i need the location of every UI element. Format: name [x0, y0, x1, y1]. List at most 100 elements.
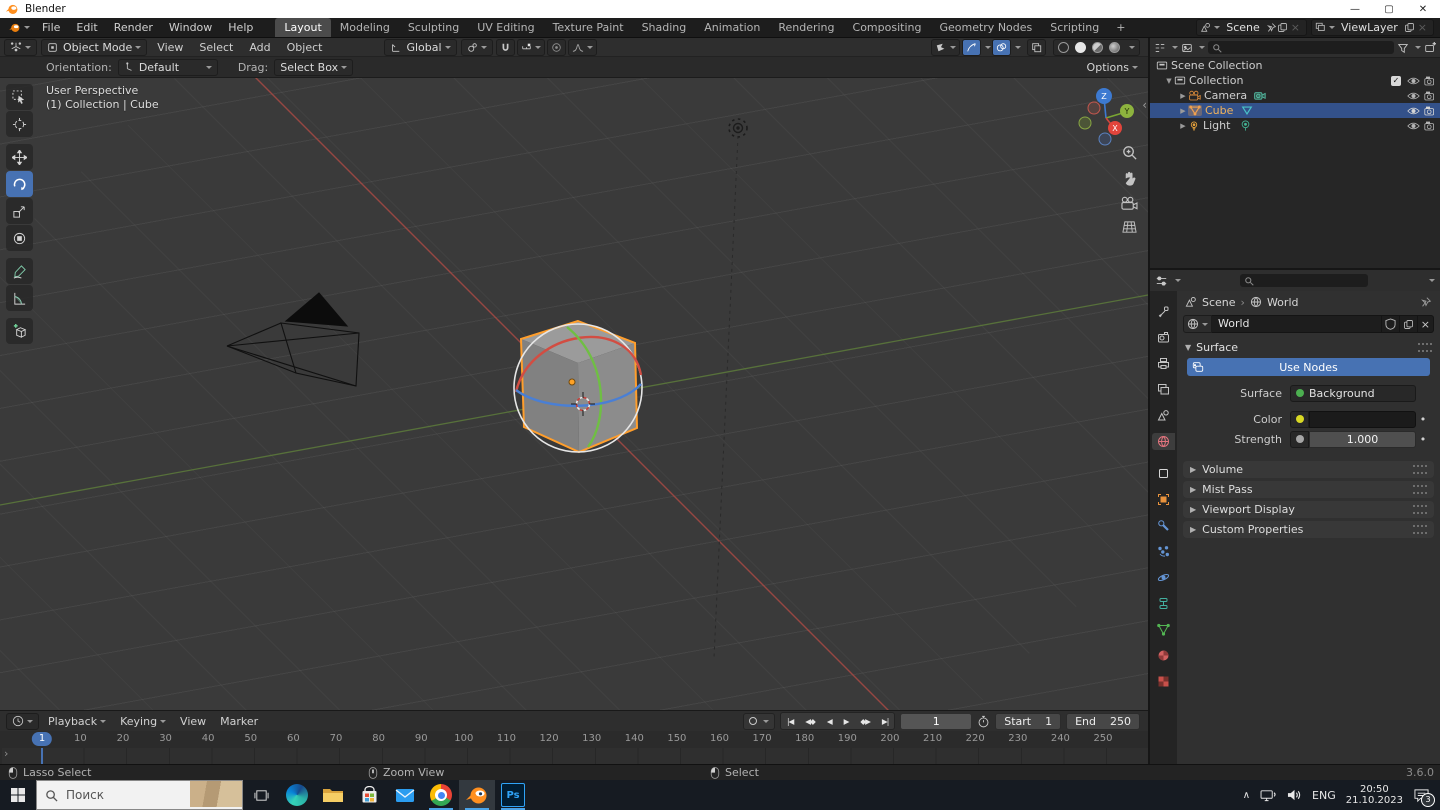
timeline-ruler[interactable]: 1 10 20 30 40 50 60 70 80 90 100 110 120 130 140 150 16…: [0, 731, 1148, 749]
chevron-down-icon[interactable]: [1129, 45, 1135, 52]
tab-object-properties[interactable]: [1152, 491, 1175, 508]
tab-modifiers[interactable]: [1152, 517, 1175, 534]
ruler-tick-150[interactable]: 150: [667, 733, 686, 744]
drag-dropdown[interactable]: Select Box: [274, 58, 354, 76]
collection-checkbox-checked-icon[interactable]: ✓: [1391, 75, 1401, 86]
ruler-tick-230[interactable]: 230: [1008, 733, 1027, 744]
color-socket-button[interactable]: [1290, 410, 1309, 428]
ruler-tick-50[interactable]: 50: [244, 733, 257, 744]
taskbar-search-input[interactable]: Поиск: [36, 780, 243, 810]
workspace-tab-sculpting[interactable]: Sculpting: [399, 18, 468, 37]
tab-object[interactable]: [1152, 465, 1175, 482]
tool-annotate[interactable]: [6, 258, 33, 284]
tool-add-cube[interactable]: [6, 318, 33, 344]
preview-range-stopwatch-icon[interactable]: [977, 715, 990, 728]
tab-tool[interactable]: [1152, 303, 1175, 320]
taskbar-app-edge[interactable]: [279, 780, 315, 810]
workspace-tab-geometry-nodes[interactable]: Geometry Nodes: [930, 18, 1041, 37]
ruler-tick-20[interactable]: 20: [117, 733, 130, 744]
timeline-menu-keying[interactable]: Keying: [113, 715, 173, 728]
shading-rendered-button[interactable]: [1109, 41, 1120, 53]
view-layer-selector[interactable]: ViewLayer ×: [1311, 19, 1434, 36]
color-swatch[interactable]: [1309, 410, 1416, 428]
camera-object[interactable]: [226, 292, 360, 387]
ruler-tick-60[interactable]: 60: [287, 733, 300, 744]
auto-keying-button[interactable]: [742, 712, 775, 730]
tab-texture[interactable]: [1152, 673, 1175, 690]
object-visibility-dropdown[interactable]: [931, 38, 960, 56]
outliner-search-input[interactable]: [1208, 41, 1394, 54]
tray-expand-icon[interactable]: ∧: [1243, 790, 1250, 801]
timeline-menu-marker[interactable]: Marker: [213, 715, 265, 728]
ruler-tick-170[interactable]: 170: [753, 733, 772, 744]
axis-z-handle[interactable]: Z: [1096, 88, 1112, 104]
tool-rotate[interactable]: [6, 171, 33, 197]
taskbar-app-file-explorer[interactable]: [315, 780, 351, 810]
new-collection-icon[interactable]: [1424, 41, 1436, 54]
outliner-display-mode-icon[interactable]: [1154, 42, 1166, 54]
panel-grip-icon[interactable]: [1413, 465, 1427, 474]
workspace-tab-layout[interactable]: Layout: [275, 18, 331, 37]
minimize-button[interactable]: —: [1338, 4, 1372, 15]
menu-help[interactable]: Help: [220, 18, 261, 37]
xray-toggle[interactable]: [1027, 38, 1046, 56]
tab-particles[interactable]: [1152, 543, 1175, 560]
strength-slider[interactable]: 1.000: [1309, 430, 1416, 448]
ruler-tick-10[interactable]: 10: [74, 733, 87, 744]
ruler-tick-210[interactable]: 210: [923, 733, 942, 744]
chevron-down-icon[interactable]: [1199, 46, 1205, 52]
zoom-icon[interactable]: [1121, 144, 1138, 161]
search-daily-image[interactable]: [190, 781, 242, 807]
chevron-down-icon[interactable]: [985, 45, 991, 52]
viewport-menu-object[interactable]: Object: [279, 38, 331, 57]
menu-window[interactable]: Window: [161, 18, 220, 37]
animate-dot[interactable]: •: [1416, 413, 1430, 426]
options-dropdown[interactable]: Options: [1087, 61, 1138, 74]
pin-icon[interactable]: [1420, 296, 1432, 308]
panel-volume[interactable]: ▶ Volume: [1183, 461, 1434, 478]
frame-end-field[interactable]: End 250: [1066, 712, 1140, 730]
disable-render-camera-icon[interactable]: [1424, 121, 1436, 131]
language-indicator[interactable]: ENG: [1312, 789, 1336, 802]
tab-render[interactable]: [1152, 329, 1175, 346]
sidebar-collapse-arrow[interactable]: ‹: [1142, 98, 1147, 112]
blender-menu-button[interactable]: [0, 21, 34, 34]
ruler-tick-120[interactable]: 120: [540, 733, 559, 744]
workspace-tab-modeling[interactable]: Modeling: [331, 18, 399, 37]
panel-grip-icon[interactable]: [1413, 505, 1427, 514]
chevron-down-icon[interactable]: [1175, 279, 1181, 285]
outliner-row-camera[interactable]: ▶ Camera: [1150, 88, 1440, 103]
shading-solid-button[interactable]: [1075, 41, 1086, 53]
ruler-tick-250[interactable]: 250: [1093, 733, 1112, 744]
task-view-button[interactable]: [243, 780, 279, 810]
workspace-tab-animation[interactable]: Animation: [695, 18, 769, 37]
network-icon[interactable]: [1260, 788, 1277, 802]
jump-to-start-button[interactable]: |◀: [781, 717, 799, 726]
pan-hand-icon[interactable]: [1121, 170, 1138, 187]
fake-user-shield-icon[interactable]: [1381, 315, 1400, 333]
taskbar-clock[interactable]: 20:50 21.10.2023: [1346, 784, 1403, 806]
tab-world[interactable]: [1152, 433, 1175, 450]
duplicate-icon[interactable]: [1399, 315, 1418, 333]
start-button[interactable]: [0, 780, 36, 810]
panel-custom-properties[interactable]: ▶ Custom Properties: [1183, 521, 1434, 538]
ruler-tick-70[interactable]: 70: [330, 733, 343, 744]
tab-material[interactable]: [1152, 647, 1175, 664]
mode-dropdown[interactable]: Object Mode: [41, 38, 148, 56]
play-button[interactable]: ▶: [838, 717, 855, 726]
orthographic-grid-icon[interactable]: [1121, 220, 1138, 235]
outliner-row-scene-collection[interactable]: Scene Collection: [1150, 58, 1440, 73]
playhead-frame-badge[interactable]: 1: [31, 732, 53, 746]
proportional-editing-toggle[interactable]: [546, 38, 566, 56]
hide-eye-icon[interactable]: [1407, 91, 1420, 101]
hide-eye-icon[interactable]: [1407, 106, 1420, 116]
close-button[interactable]: ✕: [1406, 4, 1440, 15]
pin-icon[interactable]: [1266, 22, 1277, 33]
hide-eye-icon[interactable]: [1407, 121, 1420, 131]
next-keyframe-button[interactable]: ◆▶: [854, 717, 876, 726]
workspace-tab-shading[interactable]: Shading: [633, 18, 696, 37]
gizmos-toggle[interactable]: [962, 38, 981, 56]
viewport-menu-select[interactable]: Select: [191, 38, 241, 57]
panel-grip-icon[interactable]: [1413, 525, 1427, 534]
disclosure-closed-icon[interactable]: ▶: [1178, 107, 1188, 115]
